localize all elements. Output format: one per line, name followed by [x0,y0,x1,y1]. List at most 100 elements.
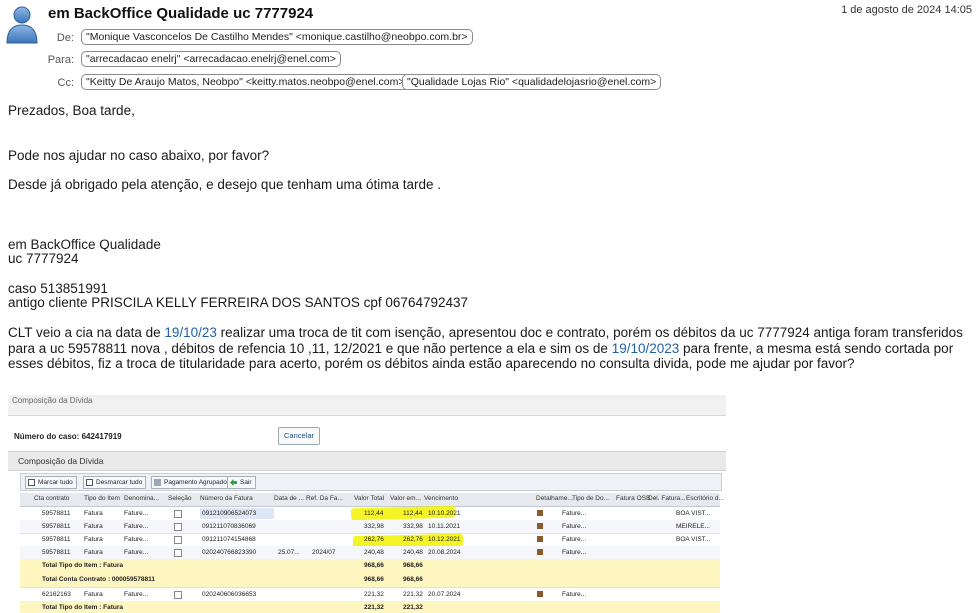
column-header[interactable]: Fatura OSB [616,495,650,502]
cc-address-chip[interactable]: "Qualidade Lojas Rio" <qualidadelojasrio… [402,74,662,90]
signature-line-2: uc 7777924 [8,251,79,266]
case-description: CLT veio a cia na data de 19/10/23 reali… [8,325,978,372]
to-label: Para: [47,54,74,66]
column-header[interactable]: Número da Fatura [200,495,253,502]
cell-denomination: Fature... [124,509,149,517]
total-value: 968,66 [364,562,384,569]
column-header[interactable]: Data de ... [274,495,304,502]
row-checkbox[interactable] [174,536,182,544]
total-row: Total Tipo do Item : Fatura 221,32 221,3… [20,601,720,613]
deselect-all-button[interactable]: Desmarcar tudo [83,476,147,489]
cell-open-value: 221,32 [403,590,423,598]
cancel-button[interactable]: Cancelar [278,427,320,445]
cell-denomination: Fature... [124,522,149,530]
cell-reference: 2024/07 [312,548,336,556]
exit-label: Sair [240,479,252,486]
to-address-chip[interactable]: "arrecadacao enelrj" <arrecadacao.enelrj… [81,51,341,67]
total-open-value: 968,66 [403,576,423,583]
cell-denomination: Fature... [124,548,149,556]
total-label: Total Conta Contrato : 000059578811 [42,576,155,583]
total-row: Total Tipo do Item : Fatura 968,66 968,6… [20,559,720,574]
row-checkbox[interactable] [174,549,182,557]
cell-due-date: 10.10.2021 [428,509,461,517]
detail-grid-icon[interactable] [537,536,543,542]
cell-invoice-number: 091211074154868 [202,535,256,543]
column-header[interactable]: Ref. Da Fa... [306,495,343,502]
column-header[interactable]: Tipo do Item [84,495,120,502]
cc-address-chip[interactable]: "Keitty De Araujo Matos, Neobpo" <keitty… [81,74,410,90]
detail-grid-icon[interactable] [537,510,543,516]
cell-total: 332,98 [364,522,384,530]
column-header[interactable]: Valor em... [390,495,421,502]
row-checkbox[interactable] [174,510,182,518]
greeting-text: Prezados, Boa tarde, [8,103,135,118]
select-all-label: Marcar tudo [38,479,73,486]
section-header: Composição da Dívida [8,451,726,471]
table-row[interactable]: 59578811 Fatura Fature... 09121107083606… [20,520,720,534]
cell-total: 240,48 [364,548,384,556]
column-header[interactable]: Vencimento [424,495,458,502]
total-row: Total Conta Contrato : 000059578811 968,… [20,573,720,588]
cell-denomination: Fature... [124,535,149,543]
column-header[interactable]: Detalhame... [536,495,573,502]
column-header[interactable]: Valor Total [354,495,384,502]
description-text: esses débitos, fiz a troca de titularida… [8,356,855,371]
cell-invoice-number: 091211070836069 [202,522,256,530]
from-address-chip[interactable]: "Monique Vasconcelos De Castilho Mendes"… [81,29,473,45]
cell-open-value: 240,48 [403,548,423,556]
detail-grid-icon[interactable] [537,523,543,529]
cell-office: BOA VIST... [676,509,711,517]
cell-contract: 62162163 [42,590,71,598]
checkbox-icon [28,479,35,486]
grouped-payment-label: Pagamento Agrupado [164,479,227,486]
row-checkbox[interactable] [174,591,182,599]
screenshot-title: Composição da Dívida [12,396,93,405]
column-header[interactable]: Cta contrato [34,495,69,502]
column-header[interactable]: Escritório d... [686,495,724,502]
cell-total: 262,76 [364,535,384,543]
section-title: Composição da Dívida [18,456,104,466]
cell-due-date: 20.08.2024 [428,548,461,556]
column-header[interactable]: Seleção [168,495,192,502]
date-link[interactable]: 19/10/23 [164,325,217,340]
cell-open-value: 262,76 [403,535,423,543]
table-row[interactable]: 59578811 Fatura Fature... 09121090652407… [20,507,720,521]
cell-due-date: 10.12.2021 [428,535,461,543]
email-date: 1 de agosto de 2024 14:05 [841,4,972,16]
deselect-all-label: Desmarcar tudo [96,479,143,486]
total-label: Total Tipo do Item : Fatura [42,604,124,611]
cell-invoice-number: 020240606036653 [202,590,257,598]
column-header[interactable]: Denomina... [124,495,159,502]
date-link[interactable]: 19/10/2023 [612,341,680,356]
table-row[interactable]: 62162163 Fatura Fature... 02024060603665… [20,588,720,602]
cell-open-value: 112,44 [403,509,423,517]
total-label: Total Tipo do Item : Fatura [42,562,124,569]
cell-total: 221,32 [364,590,384,598]
grouped-payment-button[interactable]: Pagamento Agrupado [151,476,231,489]
table-row[interactable]: 59578811 Fatura Fature... 09121107415486… [20,533,720,547]
email-subject: em BackOffice Qualidade uc 7777924 [48,5,314,22]
cell-denomination: Fature... [124,590,149,598]
embedded-debt-screenshot: Composição da Dívida Número do caso: 642… [8,395,726,613]
select-all-button[interactable]: Marcar tudo [25,476,77,489]
column-header[interactable]: Tipo de Do... [572,495,609,502]
row-checkbox[interactable] [174,523,182,531]
detail-grid-icon[interactable] [537,591,543,597]
column-header[interactable]: Del. Fatura... [648,495,686,502]
description-text: para frente, a mesma está sendo cortada … [679,340,954,356]
table-row[interactable]: 59578811 Fatura Fature... 02024076682339… [20,546,720,560]
cell-invoice-number: 091210906524073 [202,509,257,517]
cell-doc-type: Fature... [562,509,587,517]
request-text: Pode nos ajudar no caso abaixo, por favo… [8,148,270,163]
cell-total: 112,44 [364,509,384,517]
cell-contract: 59578811 [42,535,71,543]
case-number-text: caso 513851991 [8,281,108,296]
grid-toolbar: Marcar tudo Desmarcar tudo Pagamento Agr… [20,473,722,491]
case-number-label: Número do caso: 642417919 [14,432,122,441]
detail-grid-icon[interactable] [537,549,543,555]
screenshot-title-band: Composição da Dívida [8,395,726,416]
description-text: para a uc 59578811 nova , débitos de ref… [8,340,612,356]
exit-button[interactable]: Sair [227,476,256,489]
sender-avatar-icon [6,6,38,44]
exit-arrow-icon [230,479,237,486]
